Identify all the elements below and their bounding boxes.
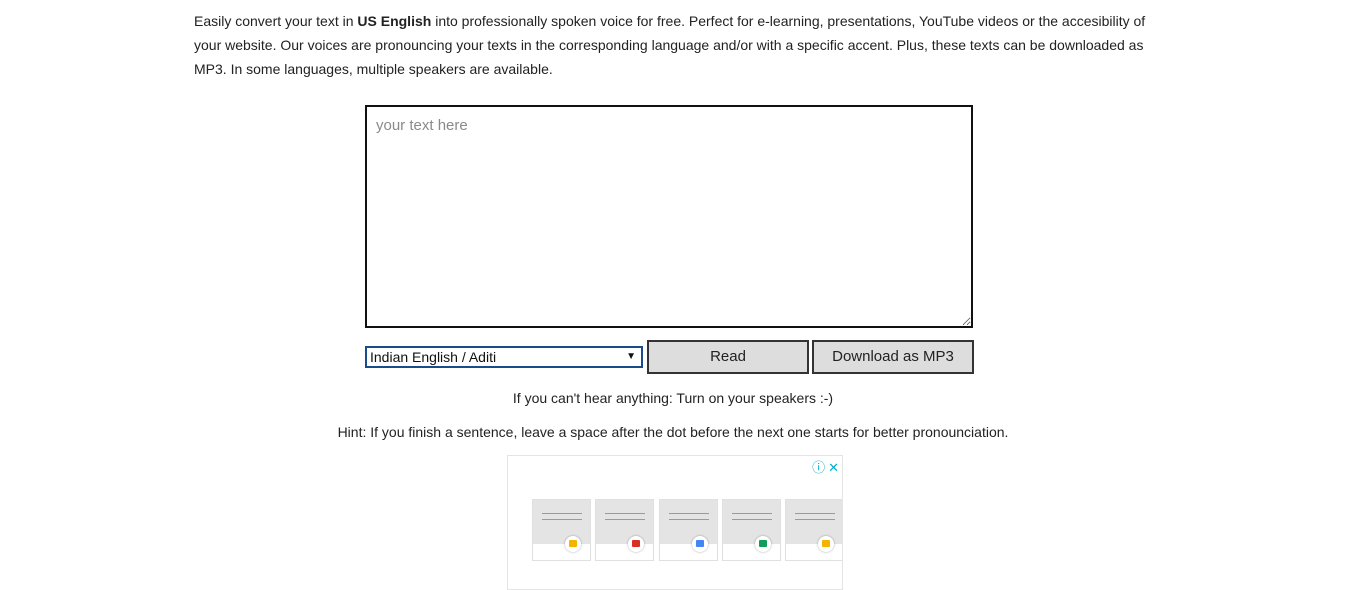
slides-icon <box>565 536 581 552</box>
intro-language: US English <box>357 13 432 29</box>
ad-card-line <box>669 513 709 514</box>
ad-card[interactable] <box>659 499 718 561</box>
text-input-wrapper <box>365 105 973 328</box>
ad-card-line <box>795 519 835 520</box>
read-button[interactable]: Read <box>647 340 809 374</box>
ad-card-preview <box>660 500 717 544</box>
ad-card[interactable] <box>532 499 591 561</box>
ad-card-preview <box>533 500 590 544</box>
controls-row: Indian English / Aditi ▼ Read Download a… <box>365 340 974 374</box>
slides-icon <box>818 536 834 552</box>
ad-card[interactable] <box>785 499 842 561</box>
voice-select-value: Indian English / Aditi <box>370 349 497 365</box>
ad-card-preview <box>723 500 780 544</box>
ad-controls: ⓘ ✕ <box>809 457 839 476</box>
hint-note: Hint: If you finish a sentence, leave a … <box>337 424 1009 440</box>
dropdown-arrow-icon: ▼ <box>626 351 636 362</box>
docs-icon <box>692 536 708 552</box>
advertisement[interactable]: ⓘ ✕ <box>507 455 843 590</box>
intro-prefix: Easily convert your text in <box>194 13 358 29</box>
sheets-icon <box>755 536 771 552</box>
ad-card-line <box>605 513 645 514</box>
ad-card-line <box>605 519 645 520</box>
speakers-note: If you can't hear anything: Turn on your… <box>512 390 834 406</box>
download-mp3-button[interactable]: Download as MP3 <box>812 340 974 374</box>
ad-card-line <box>795 513 835 514</box>
ad-card-line <box>542 513 582 514</box>
close-icon[interactable]: ✕ <box>828 460 839 475</box>
pdf-icon <box>628 536 644 552</box>
ad-card-line <box>669 519 709 520</box>
info-icon[interactable]: ⓘ <box>812 460 825 475</box>
ad-card[interactable] <box>595 499 654 561</box>
ad-card[interactable] <box>722 499 781 561</box>
ad-card-line <box>732 513 772 514</box>
ad-card-line <box>732 519 772 520</box>
ad-card-line <box>542 519 582 520</box>
intro-text: Easily convert your text in US English i… <box>194 9 1154 81</box>
ad-card-preview <box>596 500 653 544</box>
ad-card-preview <box>786 500 842 544</box>
text-input[interactable] <box>365 105 973 328</box>
voice-select[interactable]: Indian English / Aditi ▼ <box>365 346 643 368</box>
